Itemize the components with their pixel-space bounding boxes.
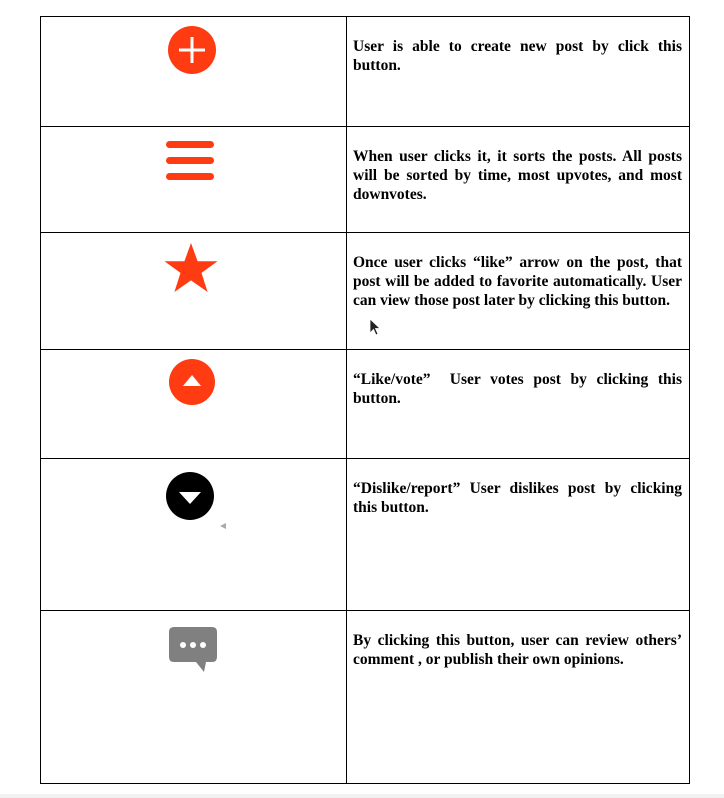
description-text: Once user clicks “like” arrow on the pos… (353, 254, 682, 309)
icon-cell (40, 232, 347, 350)
upvote-icon[interactable] (168, 358, 216, 406)
description-text: When user clicks it, it sorts the posts.… (353, 148, 682, 203)
description-text: “Like/vote” User votes post by clicking … (353, 371, 686, 407)
table-row: Once user clicks “like” arrow on the pos… (40, 232, 690, 350)
icon-cell (40, 349, 347, 459)
icon-cell (40, 458, 347, 611)
icon-description-table: User is able to create new post by click… (40, 16, 690, 784)
plus-circle-icon[interactable] (167, 25, 217, 75)
description-cell: Once user clicks “like” arrow on the pos… (346, 232, 690, 350)
bottom-strip (0, 794, 724, 798)
star-icon[interactable] (163, 242, 219, 296)
table-row: User is able to create new post by click… (40, 16, 690, 127)
comment-icon[interactable] (168, 626, 218, 676)
table-row: “Like/vote” User votes post by clicking … (40, 349, 690, 459)
menu-icon[interactable] (166, 141, 214, 181)
icon-cell (40, 610, 347, 784)
description-cell: “Dislike/report” User dislikes post by c… (346, 458, 690, 611)
icon-cell (40, 126, 347, 233)
table-row: “Dislike/report” User dislikes post by c… (40, 458, 690, 611)
icon-cell (40, 16, 347, 127)
description-cell: When user clicks it, it sorts the posts.… (346, 126, 690, 233)
description-cell: By clicking this button, user can review… (346, 610, 690, 784)
description-text: By clicking this button, user can review… (353, 632, 682, 668)
small-arrow-icon (220, 523, 226, 529)
mouse-cursor-icon (369, 318, 381, 336)
description-cell: “Like/vote” User votes post by clicking … (346, 349, 690, 459)
table-row: When user clicks it, it sorts the posts.… (40, 126, 690, 233)
downvote-icon[interactable] (165, 471, 215, 521)
description-text: “Dislike/report” User dislikes post by c… (353, 480, 682, 516)
description-text: User is able to create new post by click… (353, 38, 682, 74)
description-cell: User is able to create new post by click… (346, 16, 690, 127)
table-row: By clicking this button, user can review… (40, 610, 690, 784)
